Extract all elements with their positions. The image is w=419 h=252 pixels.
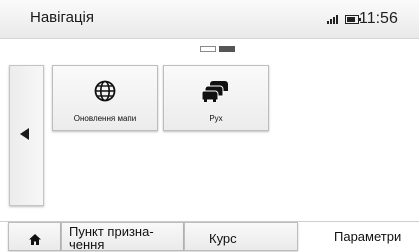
destination-button[interactable]: Пункт призна- чення xyxy=(61,222,184,251)
home-button[interactable] xyxy=(8,222,61,251)
route-label: Курс xyxy=(209,231,237,246)
map-update-label: Оновлення мапи xyxy=(73,114,137,123)
home-icon xyxy=(29,232,41,250)
destination-label: Пункт призна- чення xyxy=(69,224,154,252)
status-indicators xyxy=(327,14,361,24)
route-button[interactable]: Курс xyxy=(184,222,298,251)
traffic-button[interactable]: Рух xyxy=(163,65,269,131)
map-update-button[interactable]: Оновлення мапи xyxy=(52,65,158,131)
clock: 11:56 xyxy=(359,10,398,27)
page-indicator xyxy=(200,46,235,52)
globe-icon xyxy=(93,79,117,108)
settings-button[interactable]: Параметри xyxy=(334,229,401,244)
header-bar: Навігація 11:56 xyxy=(0,0,419,39)
battery-icon xyxy=(345,15,361,24)
traffic-cars-icon xyxy=(201,79,231,108)
traffic-label: Рух xyxy=(209,114,223,123)
previous-page-button[interactable] xyxy=(9,65,44,206)
page-dot-1 xyxy=(200,46,216,52)
page-dot-2 xyxy=(219,46,235,52)
page-title: Навігація xyxy=(30,9,95,26)
signal-icon xyxy=(327,14,338,24)
left-arrow-icon xyxy=(20,128,29,140)
